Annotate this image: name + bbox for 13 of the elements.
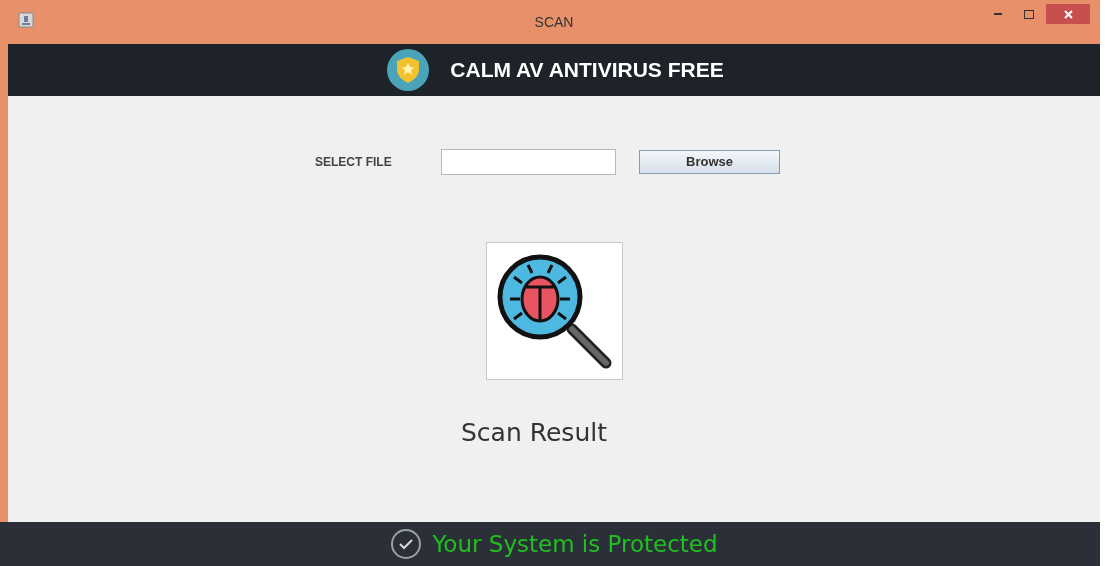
app-title: CALM AV ANTIVIRUS FREE <box>450 57 724 84</box>
file-path-field[interactable] <box>441 149 616 175</box>
scan-result-label: Scan Result <box>461 417 607 449</box>
window-title: SCAN <box>534 12 574 32</box>
close-button[interactable] <box>1046 4 1090 24</box>
check-circle-icon <box>390 528 423 560</box>
select-file-label: SELECT FILE <box>315 154 393 171</box>
app-icon <box>18 12 34 28</box>
status-message: Your System is Protected <box>432 529 718 559</box>
browse-button[interactable]: Browse <box>639 150 780 174</box>
minimize-icon <box>994 12 1004 16</box>
close-icon <box>1063 9 1073 19</box>
maximize-icon <box>1024 9 1034 19</box>
